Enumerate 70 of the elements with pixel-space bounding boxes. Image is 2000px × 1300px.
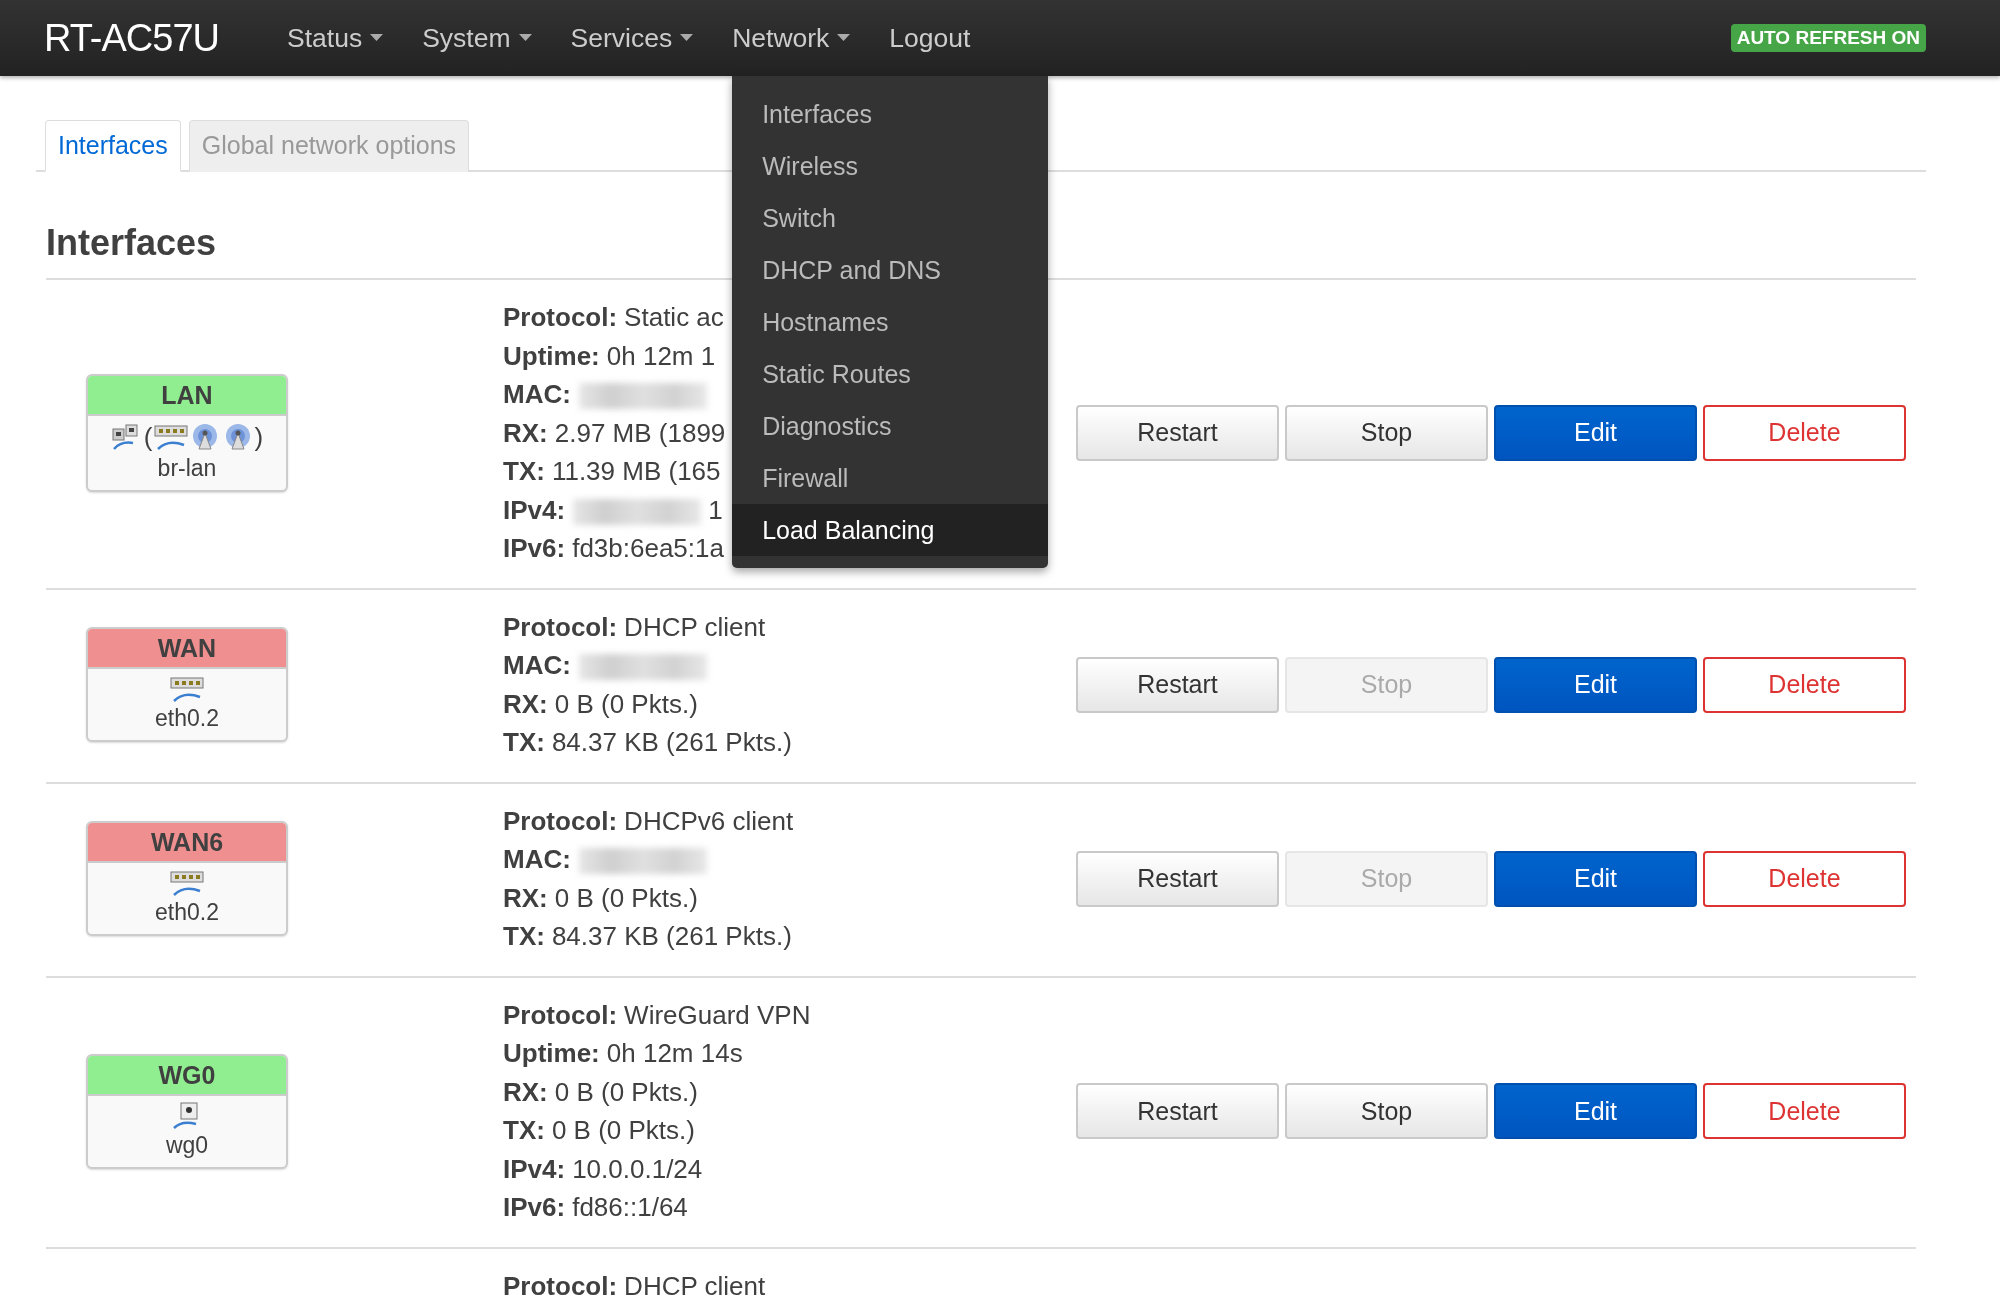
status-line: Protocol: WireGuard VPN <box>503 998 811 1032</box>
delete-button[interactable]: Delete <box>1703 656 1906 713</box>
dropdown-item[interactable]: Hostnames <box>732 296 1049 348</box>
status-line: MAC: <box>503 375 707 414</box>
status-line: RX: 0 B (0 Pkts.) <box>503 687 698 721</box>
caret-icon <box>370 34 384 42</box>
bracket: ) <box>254 421 264 453</box>
dropdown-item[interactable]: Static Routes <box>732 348 1049 400</box>
dropdown-item[interactable]: DHCP and DNS <box>732 244 1049 296</box>
status-line: IPv6: fd86::1/64 <box>503 1191 688 1224</box>
status-line: Protocol: DHCP client <box>503 1269 766 1300</box>
status-line: TX: 84.37 KB (261 Pkts.) <box>503 726 792 759</box>
status-line: RX: 2.97 MB (1899 <box>503 416 726 450</box>
edit-button[interactable]: Edit <box>1494 656 1697 713</box>
network-switch-icon <box>170 675 204 703</box>
edit-button[interactable]: Edit <box>1494 1083 1697 1139</box>
action-button[interactable]: Restart <box>1076 404 1279 461</box>
status-line: IPv4: 1 <box>503 493 723 527</box>
action-button[interactable]: Restart <box>1076 850 1279 907</box>
action-button[interactable]: Restart <box>1076 656 1279 713</box>
edit-button[interactable]: Edit <box>1494 850 1697 907</box>
status-line: TX: 84.37 KB (261 Pkts.) <box>503 920 792 953</box>
device-name: wg0 <box>164 1130 210 1160</box>
tab[interactable]: Interfaces <box>45 120 181 172</box>
device-name: eth0.2 <box>154 704 220 733</box>
status-line: RX: 0 B (0 Pkts.) <box>503 881 698 915</box>
status-line: Protocol: DHCPv6 client <box>503 804 794 838</box>
action-button[interactable]: Stop <box>1285 1083 1488 1139</box>
nav-menu-item[interactable]: System <box>402 0 551 76</box>
dropdown-item[interactable]: Interfaces <box>732 88 1049 140</box>
device-name: eth0.2 <box>154 898 220 927</box>
caret-icon <box>518 34 532 42</box>
dropdown-item[interactable]: Load Balancing <box>732 504 1049 556</box>
nav-menu-item[interactable]: Status <box>267 0 403 76</box>
nav-menu-item[interactable]: Network <box>712 0 870 76</box>
bracket: ( <box>143 421 153 453</box>
network-switch-icon <box>153 423 188 452</box>
device-name: br-lan <box>156 453 218 483</box>
interface-name: WAN6 <box>88 823 286 863</box>
dropdown-item[interactable]: Wireless <box>732 140 1049 192</box>
delete-button[interactable]: Delete <box>1703 404 1906 461</box>
dropdown-item[interactable]: Firewall <box>732 452 1049 504</box>
status-line: IPv6: fd3b:6ea5:1a <box>503 532 724 565</box>
brand-logo[interactable]: RT-AC57U <box>44 16 220 60</box>
caret-icon <box>680 34 694 42</box>
action-button[interactable]: Restart <box>1076 1083 1279 1139</box>
status-line: RX: 0 B (0 Pkts.) <box>503 1075 698 1109</box>
action-button[interactable]: Stop <box>1285 404 1488 461</box>
edit-button[interactable]: Edit <box>1494 404 1697 461</box>
interface-name: LAN <box>88 375 286 416</box>
status-line: MAC: <box>503 646 707 685</box>
caret-icon <box>837 34 851 42</box>
status-line: IPv4: 10.0.0.1/24 <box>503 1152 703 1186</box>
nav-menu-item[interactable]: Services <box>550 0 713 76</box>
delete-button[interactable]: Delete <box>1703 1083 1906 1139</box>
network-switch-icon <box>170 869 204 897</box>
status-line: Protocol: DHCP client <box>503 610 766 644</box>
status-line: Uptime: 0h 12m 1 <box>503 339 716 373</box>
status-line: Uptime: 0h 12m 14s <box>503 1037 743 1070</box>
dropdown-item[interactable]: Diagnostics <box>732 400 1049 452</box>
status-line: TX: 11.39 MB (165 <box>503 455 721 488</box>
status-line: Protocol: Static ac <box>503 301 724 334</box>
dropdown-item[interactable]: Switch <box>732 192 1049 244</box>
nav-menu-item[interactable]: Logout <box>869 0 990 76</box>
status-line: MAC: <box>503 840 707 879</box>
section-heading: Interfaces <box>46 222 217 265</box>
delete-button[interactable]: Delete <box>1703 850 1906 907</box>
interface-name: WG0 <box>88 1055 286 1096</box>
status-line: TX: 0 B (0 Pkts.) <box>503 1114 695 1147</box>
interface-name: WAN <box>88 629 286 669</box>
